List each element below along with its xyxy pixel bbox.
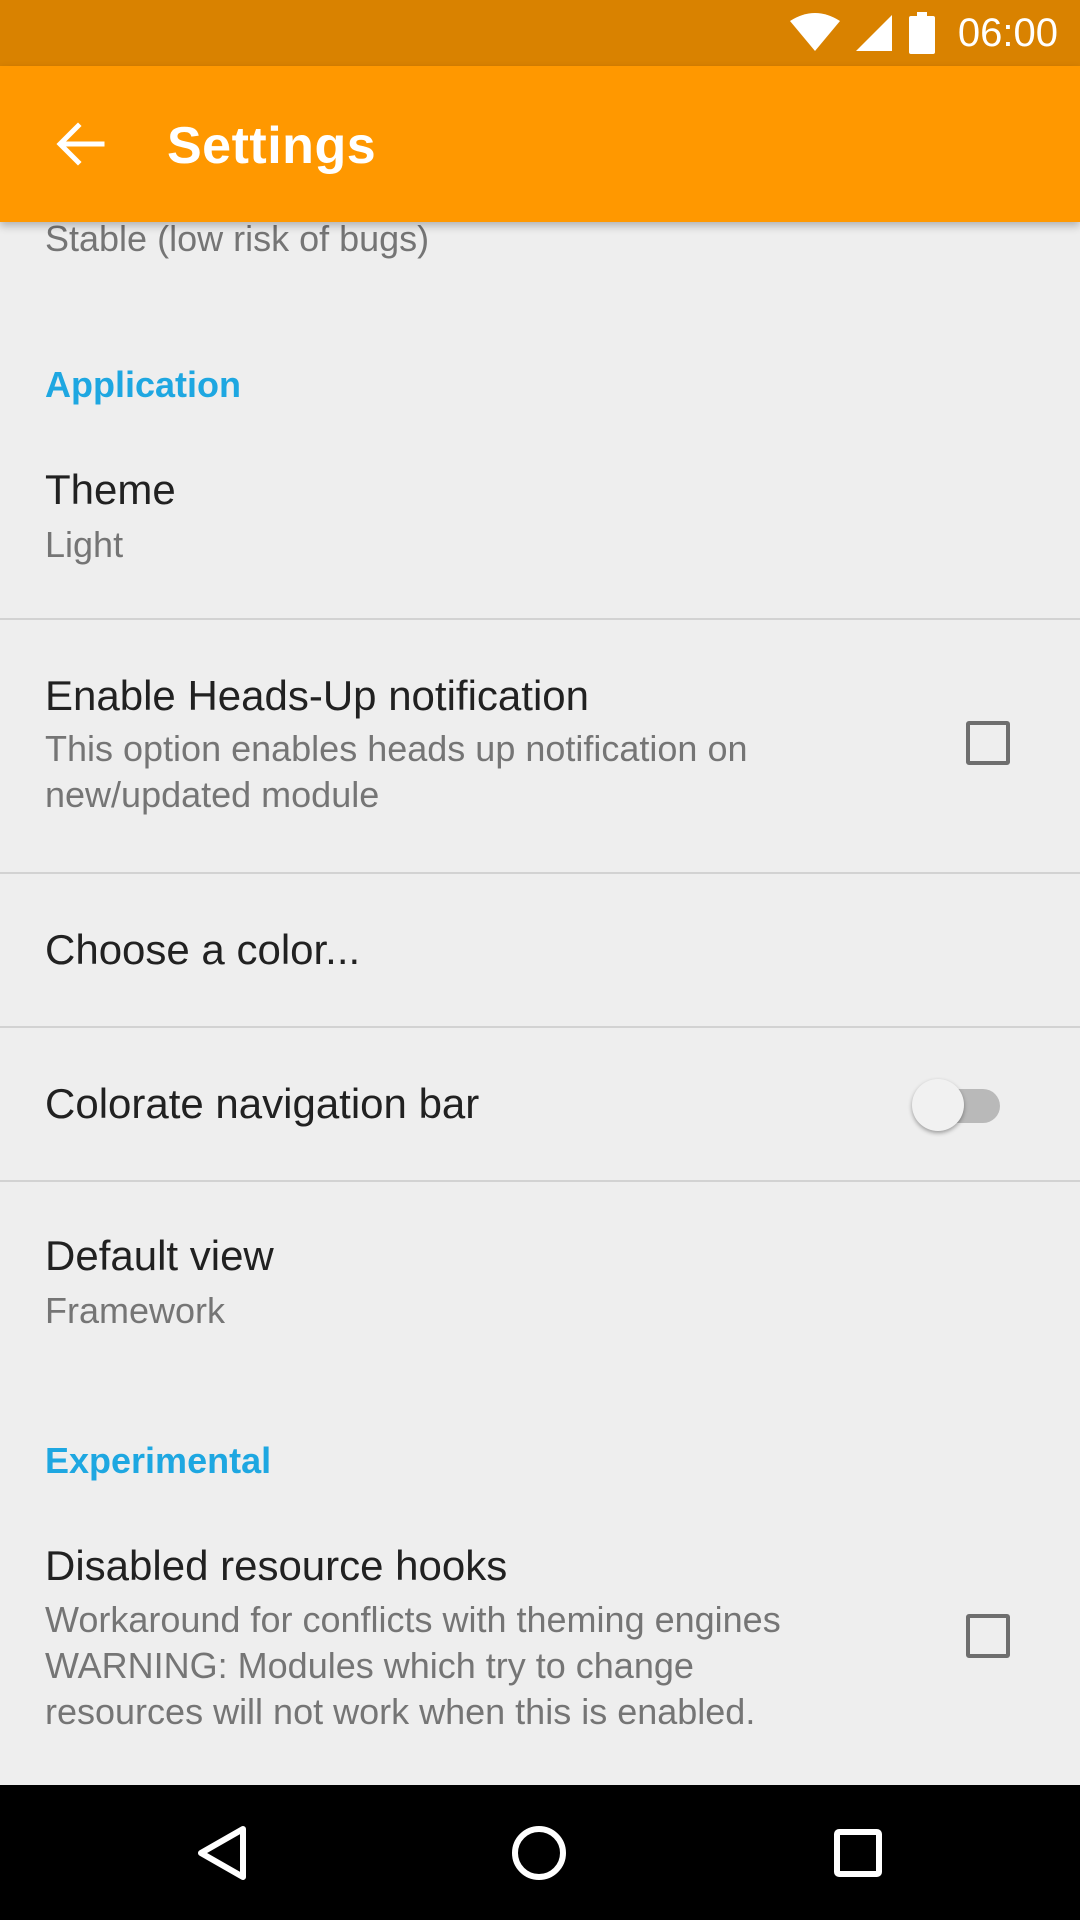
pref-summary-line: resources will not work when this is ena… [45,1691,756,1732]
pref-summary-line: new/updated module [45,774,380,815]
back-button[interactable] [40,104,120,184]
toolbar: Settings [0,66,1080,222]
nav-back-button[interactable] [172,1807,272,1899]
pref-choose-color[interactable]: Choose a color... [0,874,1080,1026]
pref-summary: Framework [45,1290,226,1331]
pref-title: Colorate navigation bar [45,1080,480,1127]
battery-icon [908,12,935,54]
pref-title: Enable Heads-Up notification [45,672,589,719]
pref-resource-hooks[interactable]: Disabled resource hooks Workaround for c… [0,1498,1080,1785]
home-circle-icon [512,1826,566,1880]
status-icons: 06:00 [789,0,1058,66]
heads-up-checkbox[interactable] [966,721,1010,765]
pref-default-view[interactable]: Default view Framework [0,1182,1080,1378]
pref-summary-line: Workaround for conflicts with theming en… [45,1599,781,1640]
pref-title: Default view [45,1232,274,1279]
pref-summary: Stable (low risk of bugs) [45,222,430,259]
recents-square-icon [834,1829,882,1877]
pref-summary: Light [45,524,124,565]
arrow-back-icon [56,122,105,166]
status-time: 06:00 [957,10,1058,55]
pref-summary-line: This option enables heads up notificatio… [45,728,748,769]
settings-list[interactable]: Stable (low risk of bugs) Application Th… [0,222,1080,1785]
resource-hooks-checkbox[interactable] [966,1614,1010,1658]
pref-heads-up[interactable]: Enable Heads-Up notification This option… [0,620,1080,872]
pref-title: Theme [45,466,176,513]
nav-recents-button[interactable] [808,1807,908,1899]
wifi-icon [789,13,840,51]
colorate-nav-switch[interactable] [912,1074,1008,1134]
pref-summary-line: WARNING: Modules which try to change [45,1645,694,1686]
switch-thumb [912,1079,964,1131]
pref-theme[interactable]: Theme Light [0,422,1080,618]
pref-title: Choose a color... [45,926,361,973]
status-bar: 06:00 [0,0,1080,66]
nav-home-button[interactable] [489,1807,589,1899]
category-experimental: Experimental [45,1440,272,1481]
system-nav-bar [0,1785,1080,1920]
pref-update-channel[interactable]: Stable (low risk of bugs) [0,222,1080,302]
page-title: Settings [167,117,377,175]
pref-title: Disabled resource hooks [45,1542,508,1589]
category-application: Application [45,364,241,405]
back-triangle-icon [198,1826,246,1880]
pref-colorate-nav[interactable]: Colorate navigation bar [0,1028,1080,1180]
cell-signal-icon [855,15,892,51]
